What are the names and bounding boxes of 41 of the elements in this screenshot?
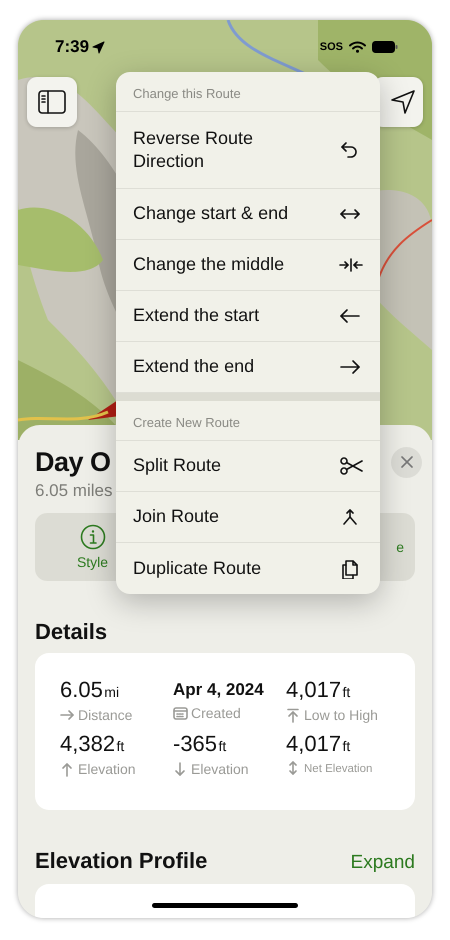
right-arrow-icon: [60, 708, 75, 722]
route-title: Day O: [35, 446, 111, 479]
route-subtitle: 6.05 miles: [35, 481, 112, 500]
sos-label: SOS: [320, 41, 343, 53]
menu-section-header: Create New Route: [116, 401, 380, 441]
wifi-icon: [349, 41, 366, 53]
stat-value: 4,017ft: [286, 677, 350, 704]
scissors-icon: [339, 456, 363, 476]
close-icon: [400, 456, 412, 468]
menu-item[interactable]: Split Route: [116, 441, 380, 492]
menu-item[interactable]: Change start & end: [116, 189, 380, 240]
menu-section-header: Change this Route: [116, 72, 380, 112]
close-button[interactable]: [391, 446, 422, 478]
calendar-icon: [173, 706, 188, 720]
battery-icon: [372, 41, 398, 53]
stat-label: Net Elevation: [304, 762, 372, 774]
stat-label: Created: [191, 705, 241, 721]
menu-item[interactable]: Extend the end: [116, 342, 380, 393]
sidebar-button[interactable]: [27, 77, 77, 127]
elevation-profile-heading: Elevation Profile: [35, 848, 208, 874]
stat-value: Apr 4, 2024: [173, 679, 264, 701]
details-heading: Details: [35, 619, 108, 645]
stat-label: Low to High: [304, 707, 378, 723]
status-time: 7:39: [55, 37, 90, 57]
stat-label: Distance: [78, 707, 132, 723]
expand-link[interactable]: Expand: [350, 852, 415, 874]
sidebar-icon: [38, 90, 66, 114]
stat-label: Elevation: [78, 761, 136, 777]
stat-value: 4,017ft: [286, 731, 350, 758]
menu-item[interactable]: Change the middle: [116, 240, 380, 291]
stat-value: 6.05 mi: [60, 677, 120, 704]
menu-item[interactable]: Extend the start: [116, 291, 380, 342]
menu-item[interactable]: Join Route: [116, 492, 380, 543]
up-arrow-to-bar-icon: [286, 708, 301, 722]
menu-item[interactable]: Reverse Route Direction: [116, 112, 380, 189]
stat-label: Elevation: [191, 761, 249, 777]
stat-value: -365ft: [173, 731, 226, 758]
info-icon: [80, 524, 106, 550]
navigation-arrow-icon: [390, 89, 416, 115]
location-arrow-icon: [92, 40, 106, 54]
stat-value: 4,382ft: [60, 731, 124, 758]
